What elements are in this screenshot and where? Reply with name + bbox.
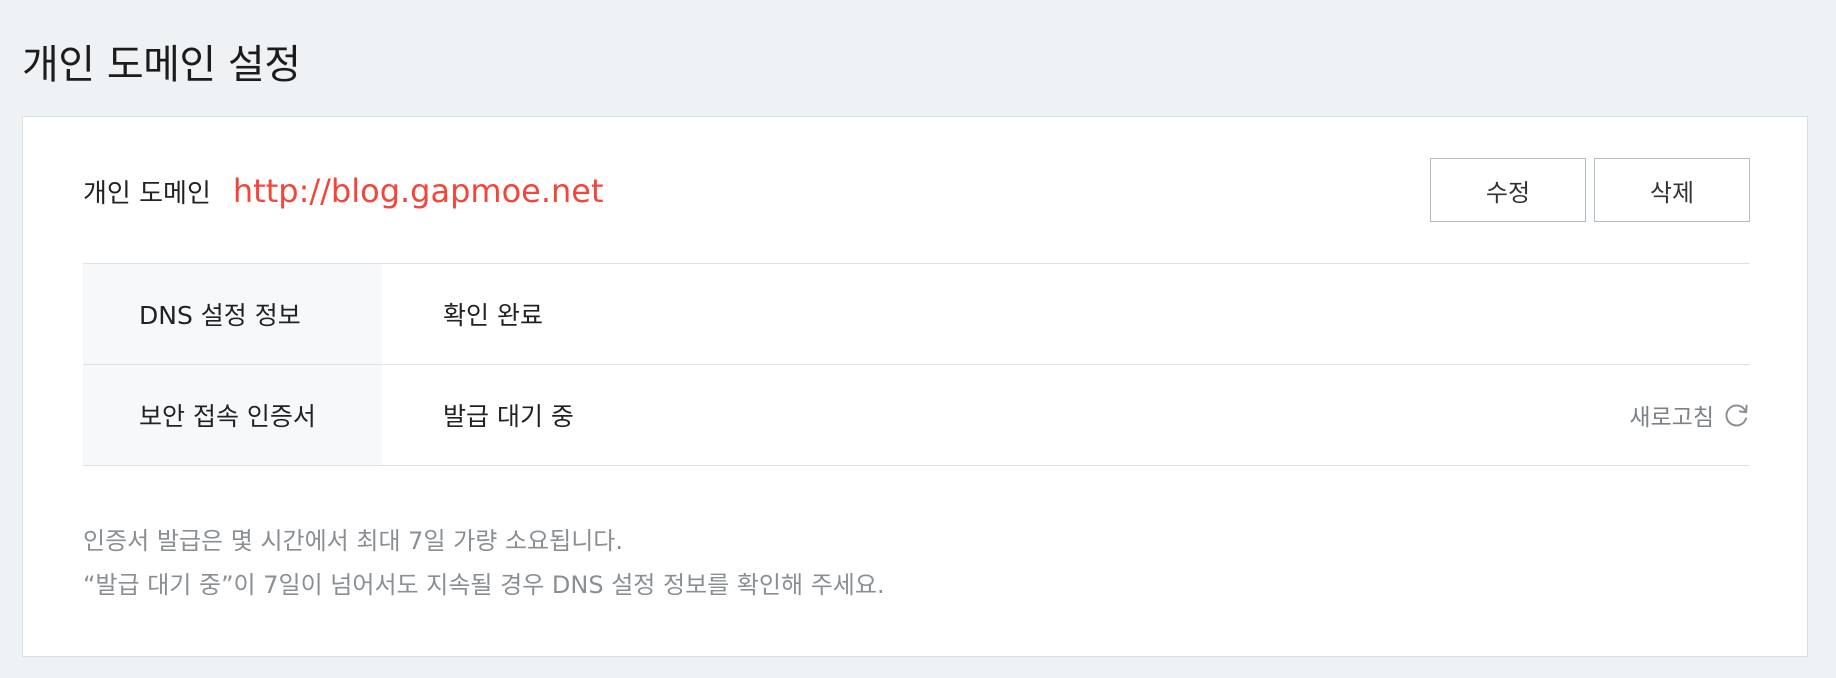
refresh-icon xyxy=(1725,404,1748,427)
refresh-button[interactable]: 새로고침 xyxy=(1629,398,1750,432)
domain-row: 개인 도메인 http://blog.gapmoe.net xyxy=(83,157,604,225)
page-title: 개인 도메인 설정 xyxy=(22,42,301,88)
info-row-certificate: 보안 접속 인증서 발급 대기 중 새로고침 xyxy=(83,365,1750,466)
domain-info-table: DNS 설정 정보 확인 완료 보안 접속 인증서 발급 대기 중 새로고침 xyxy=(83,263,1750,466)
refresh-label: 새로고침 xyxy=(1629,405,1714,431)
dns-settings-label: DNS 설정 정보 xyxy=(83,264,382,364)
certificate-status-cell: 발급 대기 중 새로고침 xyxy=(382,365,1750,465)
dns-settings-status: 확인 완료 xyxy=(443,301,543,330)
domain-url-link[interactable]: http://blog.gapmoe.net xyxy=(233,172,604,210)
certificate-status: 발급 대기 중 xyxy=(443,402,574,431)
info-row-dns: DNS 설정 정보 확인 완료 xyxy=(83,264,1750,365)
edit-button[interactable]: 수정 xyxy=(1430,158,1586,222)
delete-button[interactable]: 삭제 xyxy=(1594,158,1750,222)
certificate-label: 보안 접속 인증서 xyxy=(83,365,382,465)
domain-settings-card: 개인 도메인 http://blog.gapmoe.net 수정 삭제 DNS … xyxy=(22,116,1808,657)
note-line: “발급 대기 중”이 7일이 넘어서도 지속될 경우 DNS 설정 정보를 확인… xyxy=(83,571,885,599)
note-line: 인증서 발급은 몇 시간에서 최대 7일 가량 소요됩니다. xyxy=(83,527,623,555)
certificate-notes: 인증서 발급은 몇 시간에서 최대 7일 가량 소요됩니다. “발급 대기 중”… xyxy=(83,519,885,607)
domain-label: 개인 도메인 xyxy=(83,178,211,209)
